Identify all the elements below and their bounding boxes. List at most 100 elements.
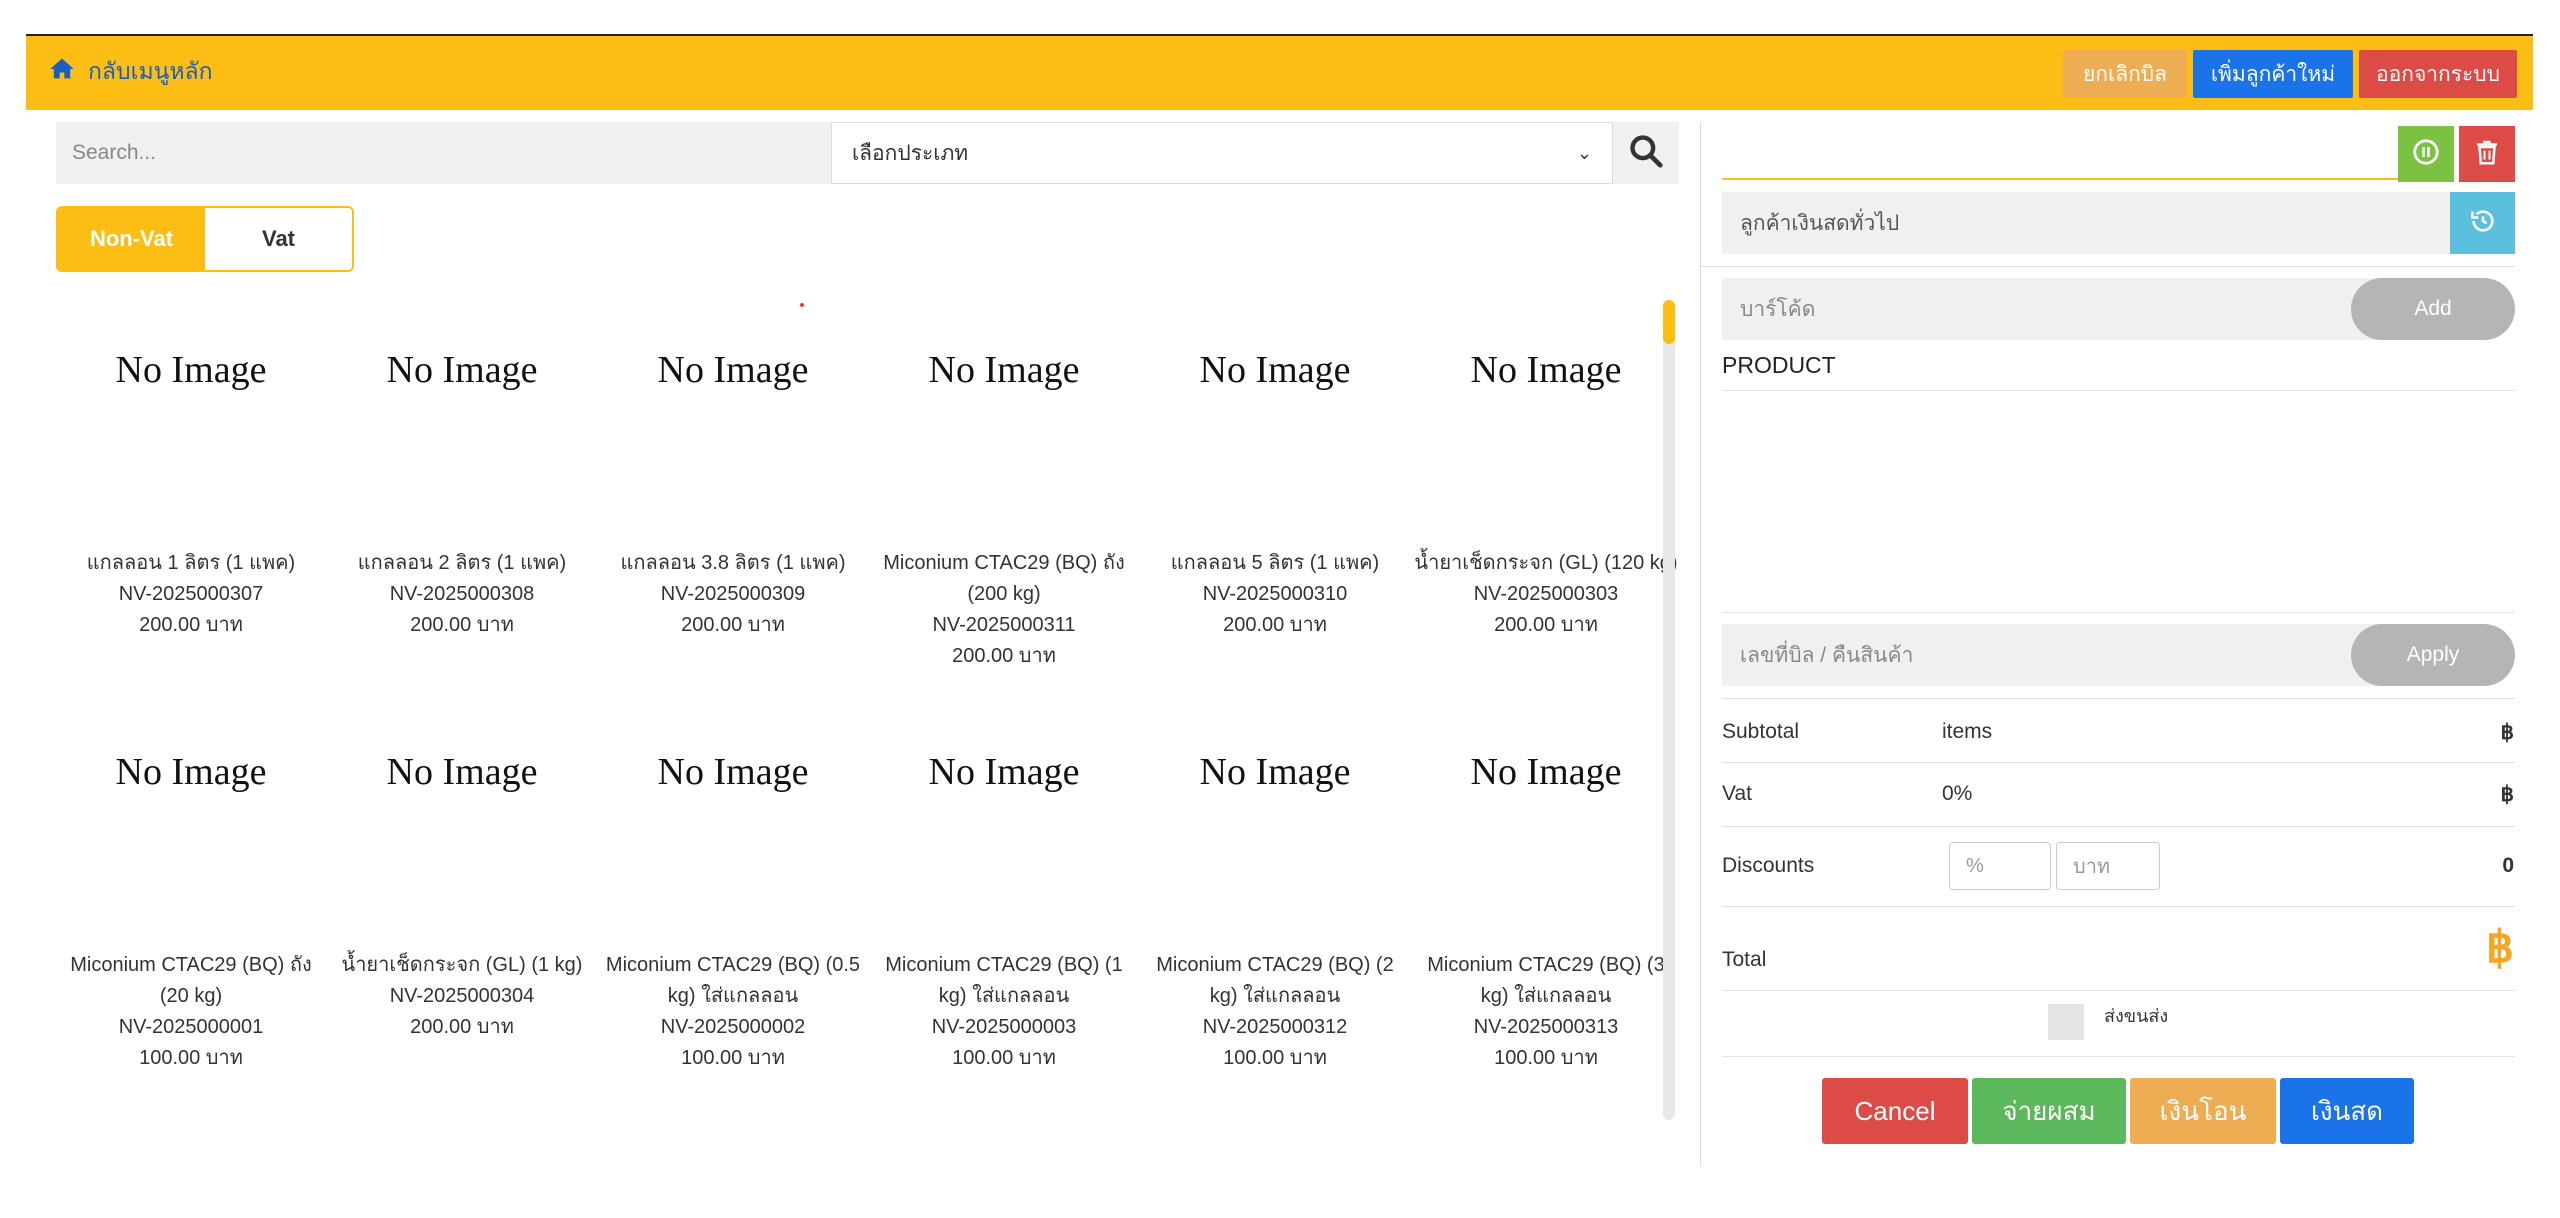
product-code: NV-2025000001 (118, 1016, 264, 1038)
vat-value: ฿ (2500, 783, 2514, 806)
vat-toggle: Non-Vat Vat (56, 206, 354, 272)
delivery-option: ส่งขนส่ง (2048, 1004, 2168, 1040)
product-card[interactable]: No Image Miconium CTAC29 (BQ) ถัง (200 kg… (869, 330, 1139, 672)
product-name: แกลลอน 1 ลิตร (1 แพค) (86, 552, 296, 574)
trash-icon (2472, 137, 2502, 172)
category-select[interactable]: เลือกประเภท ⌄ (831, 122, 1613, 184)
product-card[interactable]: No Image แกลลอน 1 ลิตร (1 แพค) NV-20250003… (56, 330, 326, 641)
product-search-bar: Search... เลือกประเภท ⌄ (56, 122, 1679, 184)
customer-search-input[interactable] (1722, 122, 2398, 180)
red-dot-marker (800, 303, 804, 307)
product-image-placeholder: No Image (1470, 349, 1622, 391)
mixed-payment-button[interactable]: จ่ายผสม (1972, 1078, 2126, 1144)
divider (1722, 990, 2515, 991)
divider (1722, 826, 2515, 827)
discount-baht-input[interactable]: บาท (2056, 842, 2160, 890)
vat-option[interactable]: Vat (205, 208, 352, 270)
product-price: 200.00 บาท (681, 614, 785, 636)
home-icon (48, 55, 76, 89)
product-name: น้ำยาเช็ดกระจก (GL) (120 kg) (1414, 552, 1678, 574)
search-input[interactable]: Search... (56, 122, 831, 184)
product-name: แกลลอน 3.8 ลิตร (1 แพค) (620, 552, 846, 574)
hold-bill-button[interactable] (2398, 126, 2454, 182)
add-customer-button[interactable]: เพิ่มลูกค้าใหม่ (2193, 50, 2353, 98)
product-image-placeholder: No Image (1470, 751, 1622, 793)
discount-percent-input[interactable]: % (1949, 842, 2051, 890)
product-code: NV-2025000313 (1473, 1016, 1619, 1038)
product-name: Miconium CTAC29 (BQ) (0.5 kg) ใส่แกลลอน (605, 954, 861, 1007)
product-card[interactable]: No Image แกลลอน 5 ลิตร (1 แพค) NV-20250003… (1140, 330, 1410, 641)
product-code: NV-2025000002 (660, 1016, 806, 1038)
vat-rate: 0% (1942, 782, 1973, 805)
product-price: 100.00 บาท (139, 1047, 243, 1069)
logout-button[interactable]: ออกจากระบบ (2359, 50, 2517, 98)
product-card[interactable]: No Image น้ำยาเช็ดกระจก (GL) (120 kg) NV-2… (1411, 330, 1681, 641)
product-card[interactable]: No Image Miconium CTAC29 (BQ) (3 kg) ใส่แ… (1411, 732, 1681, 1074)
product-price: 100.00 บาท (1494, 1047, 1598, 1069)
divider (1722, 762, 2515, 763)
cash-payment-button[interactable]: เงินสด (2280, 1078, 2414, 1144)
scrollbar-thumb[interactable] (1663, 300, 1675, 344)
subtotal-value: ฿ (2500, 721, 2514, 744)
product-image-placeholder: No Image (928, 349, 1080, 391)
product-card[interactable]: No Image แกลลอน 3.8 ลิตร (1 แพค) NV-202500… (598, 330, 868, 641)
product-code: NV-2025000308 (389, 583, 535, 605)
product-name: Miconium CTAC29 (BQ) ถัง (200 kg) (883, 552, 1125, 605)
product-card[interactable]: No Image Miconium CTAC29 (BQ) ถัง (20 kg)… (56, 732, 326, 1074)
product-code: NV-2025000310 (1202, 583, 1348, 605)
divider (1722, 390, 2515, 391)
product-card[interactable]: No Image น้ำยาเช็ดกระจก (GL) (1 kg) NV-202… (327, 732, 597, 1043)
search-icon (1627, 132, 1665, 175)
product-code: NV-2025000303 (1473, 583, 1619, 605)
pause-icon (2411, 137, 2441, 172)
non-vat-option[interactable]: Non-Vat (58, 208, 205, 270)
chevron-down-icon: ⌄ (1576, 142, 1592, 163)
divider (1700, 266, 2515, 267)
product-name: แกลลอน 2 ลิตร (1 แพค) (357, 552, 567, 574)
total-label: Total (1722, 948, 1767, 971)
home-menu-link[interactable]: กลับเมนูหลัก (48, 54, 213, 90)
divider (1722, 906, 2515, 907)
cancel-bill-button[interactable]: ยกเลิกบิล (2063, 50, 2187, 98)
product-price: 200.00 บาท (1223, 614, 1327, 636)
transfer-payment-button[interactable]: เงินโอน (2130, 1078, 2276, 1144)
product-card[interactable]: No Image Miconium CTAC29 (BQ) (2 kg) ใส่แ… (1140, 732, 1410, 1074)
search-button[interactable] (1613, 122, 1679, 184)
barcode-input[interactable]: บาร์โค้ด (1722, 278, 2460, 340)
bill-number-input[interactable]: เลขที่บิล / คืนสินค้า (1722, 624, 2460, 686)
product-price: 100.00 บาท (1223, 1047, 1327, 1069)
total-value: ฿ (2486, 923, 2514, 972)
delivery-checkbox[interactable] (2048, 1004, 2084, 1040)
product-card[interactable]: No Image แกลลอน 2 ลิตร (1 แพค) NV-20250003… (327, 330, 597, 641)
product-price: 100.00 บาท (952, 1047, 1056, 1069)
product-image-placeholder: No Image (657, 751, 809, 793)
history-icon (2469, 207, 2497, 240)
divider (1722, 698, 2515, 699)
product-name: Miconium CTAC29 (BQ) ถัง (20 kg) (70, 954, 312, 1007)
product-card[interactable]: No Image Miconium CTAC29 (BQ) (1 kg) ใส่แ… (869, 732, 1139, 1074)
discount-label: Discounts (1722, 854, 1815, 877)
product-code: NV-2025000309 (660, 583, 806, 605)
product-code: NV-2025000312 (1202, 1016, 1348, 1038)
subtotal-label: Subtotal (1722, 720, 1800, 743)
customer-history-button[interactable] (2450, 192, 2515, 254)
add-barcode-button[interactable]: Add (2351, 278, 2515, 340)
product-code: NV-2025000304 (389, 985, 535, 1007)
product-price: 100.00 บาท (681, 1047, 785, 1069)
product-name: Miconium CTAC29 (BQ) (3 kg) ใส่แกลลอน (1427, 954, 1665, 1007)
apply-bill-button[interactable]: Apply (2351, 624, 2515, 686)
product-name: แกลลอน 5 ลิตร (1 แพค) (1170, 552, 1380, 574)
product-price: 200.00 บาท (410, 1016, 514, 1038)
divider (1722, 1056, 2515, 1057)
delete-bill-button[interactable] (2459, 126, 2515, 182)
discount-value: 0 (2502, 854, 2514, 877)
product-card[interactable]: No Image Miconium CTAC29 (BQ) (0.5 kg) ใส… (598, 732, 868, 1074)
subtotal-items: items (1942, 720, 1993, 743)
product-code: NV-2025000307 (118, 583, 264, 605)
cancel-button[interactable]: Cancel (1822, 1078, 1968, 1144)
product-grid-scrollbar[interactable] (1663, 300, 1675, 1120)
product-image-placeholder: No Image (386, 751, 538, 793)
customer-name-field[interactable]: ลูกค้าเงินสดทั่วไป (1722, 192, 2456, 254)
product-image-placeholder: No Image (1199, 751, 1351, 793)
product-image-placeholder: No Image (1199, 349, 1351, 391)
